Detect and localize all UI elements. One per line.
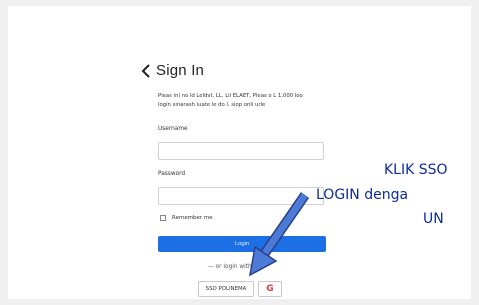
- remember-label: Remember me: [172, 215, 213, 221]
- intro-line-1: Pleas ini no ld Leldvt, LL. Lil ELAET, P…: [158, 93, 303, 99]
- annotation-line-3: UN: [423, 211, 444, 227]
- username-label: Username: [158, 126, 188, 132]
- annotation-arrow-icon: [248, 192, 310, 277]
- intro-text: Pleas ini no ld Leldvt, LL. Lil ELAET, P…: [158, 92, 348, 110]
- remember-me[interactable]: Remember me: [160, 215, 213, 221]
- back-chevron-icon[interactable]: [140, 63, 152, 78]
- page-title: Sign In: [156, 62, 205, 79]
- annotation-line-1: KLIK SSO: [384, 162, 448, 178]
- remember-checkbox[interactable]: [160, 215, 166, 221]
- intro-line-2: login sinarash iuate le do l. siop onli …: [158, 102, 266, 108]
- password-label: Password: [158, 171, 186, 177]
- signin-header: Sign In: [140, 62, 204, 79]
- username-field[interactable]: [158, 142, 324, 160]
